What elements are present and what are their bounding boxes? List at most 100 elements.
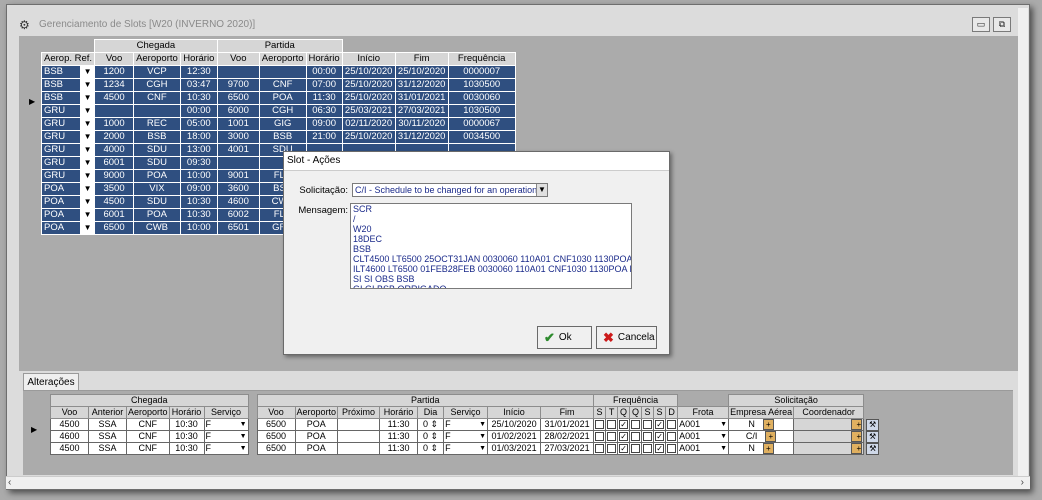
spin-icon[interactable]: ⇕ — [428, 444, 439, 454]
minimize-button[interactable]: ▭ — [972, 17, 990, 32]
checked-checkbox-icon[interactable]: ✓ — [619, 420, 629, 430]
ok-button[interactable]: ✔ Ok — [537, 326, 592, 349]
cell-voo2[interactable]: 6500 — [256, 418, 296, 431]
table-cell[interactable]: 31/01/2021 — [394, 91, 449, 105]
table-cell[interactable]: 6000 — [216, 104, 260, 118]
cell-anterior[interactable]: SSA — [88, 418, 127, 431]
wrench-icon[interactable]: ⚒ — [866, 418, 880, 431]
cell-fim[interactable]: 31/01/2021 — [540, 418, 595, 431]
table-cell[interactable]: BSB — [40, 78, 82, 92]
empresa-aerea-cell[interactable]: N + — [728, 418, 795, 431]
frota-select[interactable]: A001 ▼ — [677, 418, 730, 431]
cell-anterior[interactable]: SSA — [88, 442, 127, 455]
plus-icon[interactable]: + — [851, 419, 863, 430]
table-cell[interactable]: 05:00 — [179, 117, 218, 131]
table-cell[interactable]: 6001 — [94, 208, 135, 222]
table-row[interactable]: 4500 SSA CNF 10:30 F ▼ 6500 POA 11:30 0 ⇕ F ▼ 25/1… — [50, 418, 882, 431]
table-cell[interactable]: 18:00 — [179, 130, 218, 144]
frequency-checkbox-cell[interactable] — [593, 430, 607, 443]
table-cell[interactable]: 25/10/2020 — [341, 65, 396, 79]
cell-voo2[interactable]: 6500 — [256, 442, 296, 455]
table-cell[interactable]: 27/03/2021 — [394, 104, 449, 118]
table-row[interactable]: 4500 SSA CNF 10:30 F ▼ 6500 POA 11:30 0 ⇕ F ▼ 01/0… — [50, 442, 882, 455]
table-cell[interactable]: POA — [133, 208, 181, 222]
cell-dia[interactable]: 0 ⇕ — [417, 418, 445, 431]
table-cell[interactable]: 31/12/2020 — [394, 78, 449, 92]
table-cell[interactable]: 4001 — [216, 143, 260, 157]
frequency-checkbox-cell[interactable] — [629, 418, 643, 431]
table-cell[interactable]: BSB — [133, 130, 181, 144]
empresa-aerea-cell[interactable]: N + — [728, 442, 795, 455]
table-cell[interactable]: 13:00 — [179, 143, 218, 157]
frequency-checkbox-cell[interactable] — [665, 442, 679, 455]
cell-inicio[interactable]: 01/02/2021 — [487, 430, 542, 443]
coordenador-cell[interactable]: + — [793, 430, 865, 443]
table-cell[interactable]: 02/11/2020 — [341, 117, 396, 131]
table-cell[interactable]: 1030500 — [447, 104, 516, 118]
chevron-down-icon[interactable]: ▼ — [240, 420, 247, 430]
chevron-down-icon[interactable]: ▼ — [80, 221, 96, 235]
frequency-checkbox-cell[interactable] — [665, 430, 679, 443]
cell-servico2[interactable]: F ▼ — [443, 418, 489, 431]
table-cell[interactable]: GRU — [40, 117, 82, 131]
table-cell[interactable]: GRU — [40, 143, 82, 157]
frequency-checkbox-cell[interactable] — [641, 418, 655, 431]
table-cell[interactable]: 10:30 — [179, 195, 218, 209]
table-cell[interactable]: 0000067 — [447, 117, 516, 131]
cell-aeroporto[interactable]: CNF — [126, 442, 170, 455]
chevron-down-icon[interactable]: ▼ — [80, 143, 96, 157]
table-cell[interactable]: 25/10/2020 — [341, 91, 396, 105]
cell-aeroporto[interactable]: CNF — [126, 418, 170, 431]
chevron-down-icon[interactable]: ▼ — [80, 104, 96, 118]
table-cell[interactable]: SDU — [133, 195, 181, 209]
table-cell[interactable]: 09:30 — [179, 156, 218, 170]
plus-icon[interactable]: + — [762, 443, 774, 454]
cell-voo[interactable]: 4600 — [50, 430, 89, 443]
maximize-button[interactable]: ⧉ — [993, 17, 1011, 32]
checkbox-icon[interactable] — [667, 432, 677, 442]
cell-horario[interactable]: 10:30 — [168, 430, 205, 443]
spin-icon[interactable]: ⇕ — [428, 432, 439, 442]
table-cell[interactable]: CNF — [133, 91, 181, 105]
frequency-checkbox-cell[interactable] — [605, 442, 619, 455]
chevron-down-icon[interactable]: ▼ — [80, 156, 96, 170]
frequency-checkbox-cell[interactable]: ✓ — [617, 418, 631, 431]
table-cell[interactable]: VCP — [133, 65, 181, 79]
cell-anterior[interactable]: SSA — [88, 430, 127, 443]
plus-icon[interactable]: + — [851, 443, 863, 454]
cell-aeroporto2[interactable]: POA — [294, 418, 339, 431]
table-row[interactable]: BSB ▼ 1200 VCP 12:30 00:00 25/10/2020 25/10/202… — [40, 65, 516, 79]
checkbox-icon[interactable] — [631, 420, 641, 430]
table-cell[interactable] — [133, 104, 181, 118]
table-cell[interactable]: 0000007 — [447, 65, 516, 79]
table-cell[interactable]: 10:00 — [179, 169, 218, 183]
cell-proximo[interactable] — [337, 430, 381, 443]
frequency-checkbox-cell[interactable] — [641, 430, 655, 443]
table-cell[interactable]: GIG — [258, 117, 307, 131]
spin-icon[interactable]: ⇕ — [428, 420, 439, 430]
table-cell[interactable]: POA — [40, 195, 82, 209]
table-cell[interactable]: 10:30 — [179, 208, 218, 222]
checkbox-icon[interactable] — [595, 444, 605, 454]
scroll-left-icon[interactable]: ‹ — [8, 477, 11, 488]
frequency-checkbox-cell[interactable]: ✓ — [617, 442, 631, 455]
table-cell[interactable]: 9000 — [94, 169, 135, 183]
table-cell[interactable]: 4600 — [216, 195, 260, 209]
table-cell[interactable]: 09:00 — [179, 182, 218, 196]
frequency-checkbox-cell[interactable] — [641, 442, 655, 455]
table-cell[interactable]: 09:00 — [305, 117, 343, 131]
cell-servico2[interactable]: F ▼ — [443, 442, 489, 455]
table-row[interactable]: BSB ▼ 4500 CNF 10:30 6500 POA 11:30 25/10/2020 31… — [40, 91, 516, 105]
chevron-down-icon[interactable]: ▼ — [720, 420, 727, 430]
table-cell[interactable]: 0034500 — [447, 130, 516, 144]
table-cell[interactable]: 9700 — [216, 78, 260, 92]
table-cell[interactable]: CGH — [258, 104, 307, 118]
checkbox-icon[interactable] — [607, 420, 617, 430]
table-cell[interactable]: BSB — [40, 91, 82, 105]
frequency-checkbox-cell[interactable] — [593, 418, 607, 431]
cell-inicio[interactable]: 01/03/2021 — [487, 442, 542, 455]
table-row[interactable]: GRU ▼ 00:00 6000 CGH 06:30 25/03/2021 27/03/202… — [40, 104, 516, 118]
table-cell[interactable] — [216, 65, 260, 79]
table-cell[interactable]: 3000 — [216, 130, 260, 144]
checkbox-icon[interactable] — [607, 432, 617, 442]
